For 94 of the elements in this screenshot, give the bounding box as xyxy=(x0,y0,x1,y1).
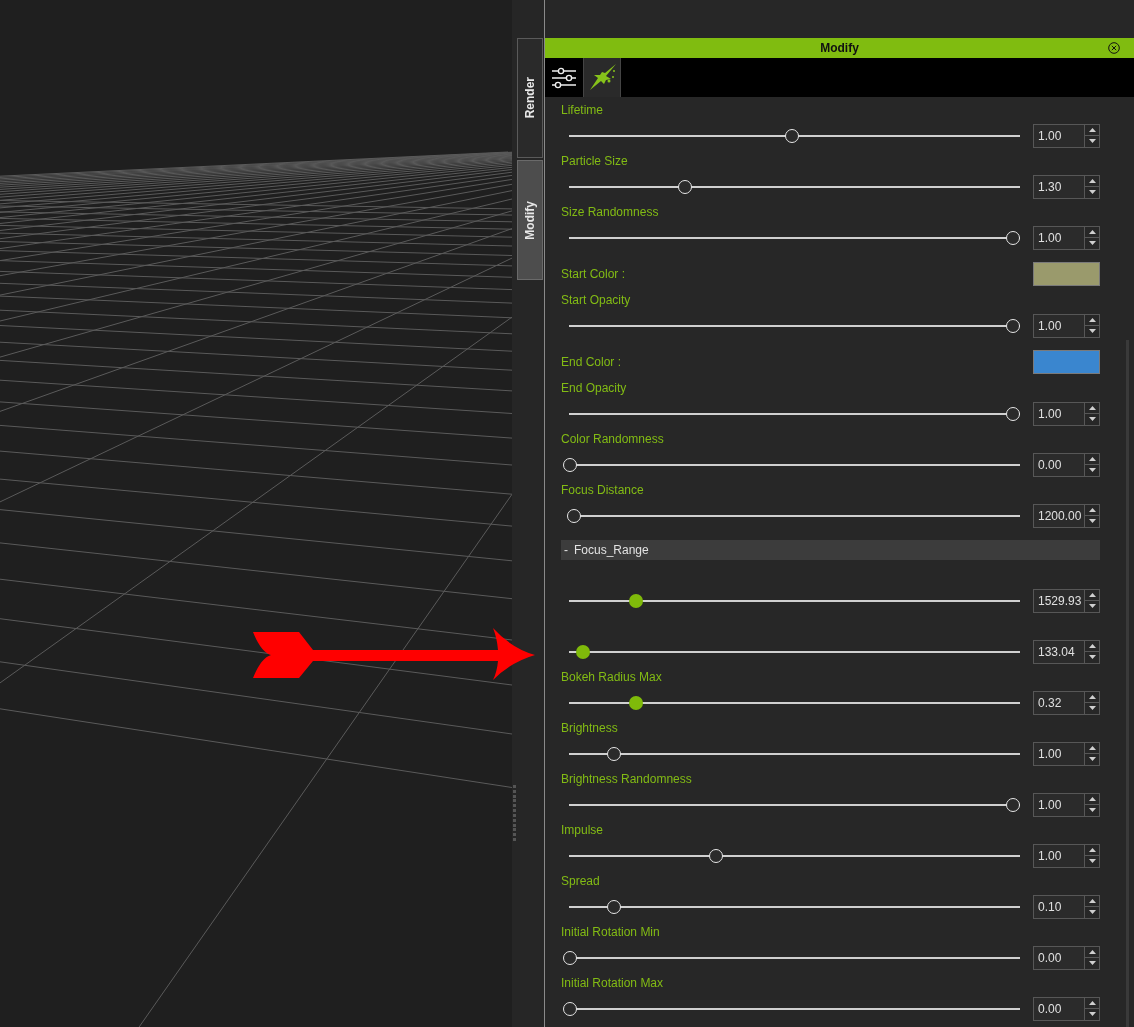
slider-thumb[interactable] xyxy=(709,848,724,863)
parameter-label: Bokeh Radius Max xyxy=(561,669,662,686)
parameter-label: Spread xyxy=(561,873,600,890)
panel-tab[interactable] xyxy=(583,58,621,97)
caret-up-icon xyxy=(1087,506,1097,513)
grip-icon[interactable] xyxy=(513,785,516,841)
slider-thumb[interactable] xyxy=(567,508,582,523)
slider-thumb[interactable] xyxy=(1006,797,1020,812)
number-field[interactable]: 1.00 xyxy=(1033,123,1085,148)
caret-up-icon xyxy=(1087,897,1097,904)
parameter-label: Impulse xyxy=(561,822,604,839)
caret-down-icon xyxy=(1087,467,1097,474)
number-field[interactable]: 0.10 xyxy=(1033,894,1085,919)
parameter-label: Brightness Randomness xyxy=(561,771,692,788)
color-swatch[interactable] xyxy=(1033,350,1100,374)
caret-up-icon xyxy=(1087,642,1097,649)
slider-thumb[interactable] xyxy=(1006,406,1020,421)
number-field[interactable]: 1200.00 xyxy=(1033,503,1085,528)
slider-thumb[interactable] xyxy=(1006,230,1020,245)
number-field[interactable]: 1.00 xyxy=(1033,225,1085,250)
side-tab[interactable]: Render xyxy=(517,38,543,158)
slider-thumb[interactable] xyxy=(576,644,591,659)
caret-up-icon xyxy=(1087,744,1097,751)
slider[interactable] xyxy=(563,950,1020,965)
number-field[interactable]: 0.00 xyxy=(1033,452,1085,477)
caret-up-icon xyxy=(1087,999,1097,1006)
number-field[interactable]: 1.00 xyxy=(1033,401,1085,426)
caret-up-icon xyxy=(1087,404,1097,411)
number-field[interactable]: 133.04 xyxy=(1033,639,1085,664)
caret-down-icon xyxy=(1087,654,1097,661)
caret-down-icon xyxy=(1087,960,1097,967)
number-field[interactable]: 0.32 xyxy=(1033,690,1085,715)
side-tab[interactable]: Modify xyxy=(517,160,543,280)
caret-down-icon xyxy=(1087,138,1097,145)
number-field[interactable]: 0.00 xyxy=(1033,996,1085,1021)
number-field[interactable]: 1.00 xyxy=(1033,741,1085,766)
caret-up-icon xyxy=(1087,948,1097,955)
caret-down-icon xyxy=(1087,328,1097,335)
slider-thumb[interactable] xyxy=(607,899,622,914)
caret-down-icon xyxy=(1087,1011,1097,1018)
slider-thumb[interactable] xyxy=(629,695,644,710)
caret-up-icon xyxy=(1087,846,1097,853)
caret-up-icon xyxy=(1087,591,1097,598)
parameter-label: Initial Rotation Min xyxy=(561,924,660,941)
number-field[interactable]: 1.00 xyxy=(1033,313,1085,338)
slider-thumb[interactable] xyxy=(1006,318,1020,333)
caret-up-icon xyxy=(1087,455,1097,462)
caret-up-icon xyxy=(1087,126,1097,133)
particle-burst-icon xyxy=(587,62,617,93)
caret-down-icon xyxy=(1087,705,1097,712)
close-icon[interactable] xyxy=(1108,42,1120,54)
group-header[interactable]: - Focus_Range xyxy=(561,540,1100,560)
caret-up-icon xyxy=(1087,316,1097,323)
parameter-label: Brightness xyxy=(561,720,618,737)
parameter-label: Start Color : xyxy=(561,266,626,283)
number-field[interactable]: 1.00 xyxy=(1033,843,1085,868)
sliders-icon xyxy=(551,66,577,89)
panel-title: Modify xyxy=(820,41,859,55)
caret-down-icon xyxy=(1087,909,1097,916)
parameter-label: End Color : xyxy=(561,354,622,371)
caret-down-icon xyxy=(1087,518,1097,525)
caret-up-icon xyxy=(1087,228,1097,235)
slider-thumb[interactable] xyxy=(629,593,644,608)
slider[interactable] xyxy=(563,457,1020,472)
slider[interactable] xyxy=(563,1001,1020,1016)
caret-down-icon xyxy=(1087,603,1097,610)
parameter-label: Initial Rotation Max xyxy=(561,975,664,992)
parameter-label: Color Randomness xyxy=(561,431,664,448)
color-swatch[interactable] xyxy=(1033,262,1100,286)
slider-thumb[interactable] xyxy=(678,179,693,194)
parameter-label: Start Opacity xyxy=(561,292,631,309)
caret-down-icon xyxy=(1087,416,1097,423)
parameter-label: Focus Distance xyxy=(561,482,644,499)
caret-down-icon xyxy=(1087,858,1097,865)
caret-up-icon xyxy=(1087,693,1097,700)
number-field[interactable]: 1.00 xyxy=(1033,792,1085,817)
number-field[interactable]: 1.30 xyxy=(1033,174,1085,199)
caret-down-icon xyxy=(1087,807,1097,814)
parameter-label: End Opacity xyxy=(561,380,627,397)
parameter-label: Particle Size xyxy=(561,153,628,170)
slider-thumb[interactable] xyxy=(563,950,577,965)
number-field[interactable]: 1529.93 xyxy=(1033,588,1085,613)
caret-up-icon xyxy=(1087,177,1097,184)
slider-thumb[interactable] xyxy=(784,128,799,143)
parameter-label: Lifetime xyxy=(561,102,604,119)
caret-down-icon xyxy=(1087,756,1097,763)
caret-down-icon xyxy=(1087,240,1097,247)
parameter-label: Size Randomness xyxy=(561,204,659,221)
caret-up-icon xyxy=(1087,795,1097,802)
slider-thumb[interactable] xyxy=(563,1001,577,1016)
caret-down-icon xyxy=(1087,189,1097,196)
slider-thumb[interactable] xyxy=(563,457,577,472)
slider-thumb[interactable] xyxy=(607,746,622,761)
number-field[interactable]: 0.00 xyxy=(1033,945,1085,970)
